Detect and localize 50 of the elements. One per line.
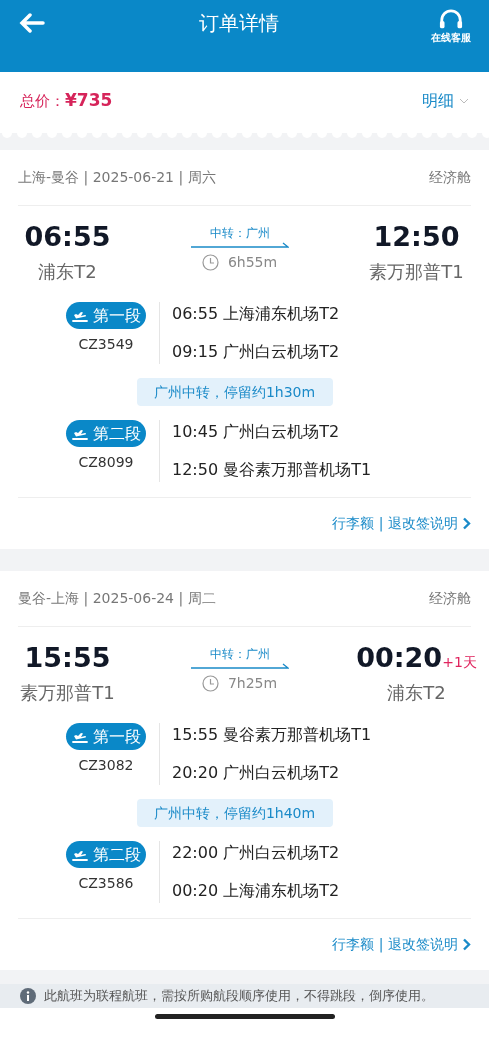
arrival-stop: 00:20 上海浦东机场T2	[172, 880, 340, 902]
arrival-stop: 12:50 曼谷素万那普机场T1	[172, 459, 372, 481]
page-title: 订单详情	[198, 10, 279, 37]
arrival-airport: 浦东T2	[387, 681, 446, 705]
flight-number: CZ3586	[78, 874, 134, 893]
baggage-refund-link[interactable]: 行李额 | 退改签说明	[332, 513, 471, 534]
clock-icon	[201, 675, 219, 692]
clock-icon	[201, 254, 219, 271]
departure-stop: 06:55 上海浦东机场T2	[172, 303, 340, 325]
trip-summary: 上海-曼谷 | 2025-06-21 | 周六	[18, 168, 216, 188]
layover-note: 广州中转，停留约1h30m	[136, 378, 333, 406]
departure-stop: 15:55 曼谷素万那普机场T1	[172, 724, 372, 746]
flight-number: CZ3082	[78, 756, 134, 775]
arrival-stop: 09:15 广州白云机场T2	[172, 341, 340, 363]
back-icon	[19, 13, 45, 33]
departure-stop: 10:45 广州白云机场T2	[172, 421, 341, 443]
chevron-down-icon	[459, 98, 469, 104]
cabin-class: 经济舱	[429, 589, 471, 608]
total-price-label: 总价：	[20, 91, 65, 113]
chevron-icon	[462, 938, 471, 951]
arrival-airport: 素万那普T1	[369, 260, 464, 284]
segment-label: 第一段	[92, 725, 141, 748]
notice-text: 此航班为联程航班，需按所购航段顺序使用，不得跳段，倒序使用。	[44, 987, 434, 1006]
flight-duration: 7h25m	[227, 674, 278, 693]
total-price: ¥735	[65, 89, 113, 113]
departure-airport: 浦东T2	[38, 260, 97, 284]
segment-label: 第二段	[92, 422, 141, 445]
price-detail-button[interactable]: 明细	[422, 89, 469, 113]
info-icon	[20, 988, 36, 1004]
transfer-city: 中转：广州	[209, 646, 270, 663]
layover-note: 广州中转，停留约1h40m	[136, 799, 333, 827]
flight-number: CZ8099	[78, 453, 134, 472]
departure-time: 06:55	[24, 220, 111, 254]
flight-number: CZ3549	[78, 335, 134, 354]
cabin-class: 经济舱	[429, 168, 471, 187]
trip-summary: 曼谷-上海 | 2025-06-24 | 周二	[18, 589, 216, 609]
departure-stop: 22:00 广州白云机场T2	[172, 842, 340, 864]
arrival-time: 00:20	[356, 641, 443, 675]
arrival-stop: 20:20 广州白云机场T2	[172, 762, 341, 784]
arrival-time: 12:50	[373, 220, 460, 254]
baggage-refund-link[interactable]: 行李额 | 退改签说明	[332, 934, 471, 955]
departure-time: 15:55	[24, 641, 111, 675]
segment-label: 第一段	[92, 304, 141, 327]
segment-label: 第二段	[92, 843, 141, 866]
departure-airport: 素万那普T1	[20, 681, 115, 705]
support-button[interactable]: 在线客服	[431, 3, 471, 43]
flight-duration: 6h55m	[227, 253, 278, 272]
transfer-city: 中转：广州	[209, 225, 270, 242]
chevron-icon	[462, 517, 471, 530]
day-offset: +1天	[442, 653, 477, 672]
